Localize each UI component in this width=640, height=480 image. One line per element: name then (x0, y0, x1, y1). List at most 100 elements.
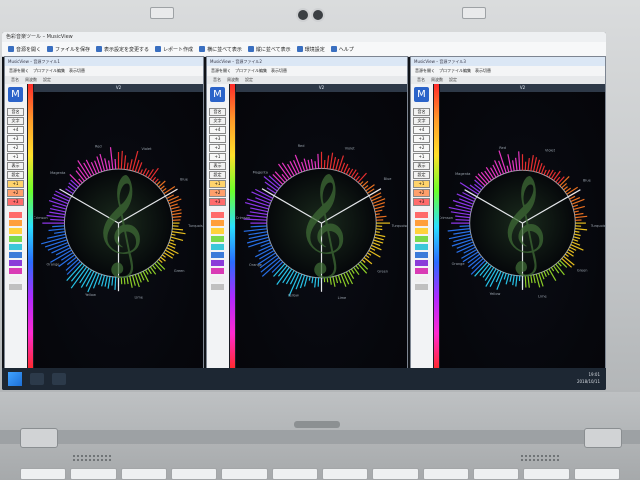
toolbar-item-4[interactable]: 横に並べて表示 (199, 46, 242, 53)
side-button[interactable]: +3 (209, 135, 226, 143)
panel-menu-item[interactable]: 音名 (213, 77, 221, 82)
color-swatch[interactable] (415, 236, 428, 242)
side-button[interactable]: 文字 (413, 117, 430, 125)
color-swatch[interactable] (415, 260, 428, 266)
side-button[interactable]: 音名 (413, 108, 430, 116)
panel-toolbar-item[interactable]: プロファイル編集 (235, 68, 267, 73)
side-button[interactable]: +1 (7, 153, 24, 161)
side-button[interactable]: +2 (209, 144, 226, 152)
toolbar-item-7[interactable]: ヘルプ (330, 46, 354, 53)
toolbar-item-0[interactable]: 音源を開く (8, 46, 41, 53)
color-swatch[interactable] (9, 284, 22, 290)
side-button[interactable]: +4 (7, 126, 24, 134)
panel-toolbar-item[interactable]: 表示切替 (475, 68, 491, 73)
key[interactable] (321, 468, 369, 480)
panel-toolbar-item[interactable]: 表示切替 (69, 68, 85, 73)
taskbar-explorer-icon[interactable] (30, 373, 44, 385)
color-swatch[interactable] (415, 276, 428, 282)
side-button[interactable]: +3 (413, 135, 430, 143)
side-button[interactable]: 表示 (209, 162, 226, 170)
side-button[interactable]: +1 (7, 180, 24, 188)
key[interactable] (422, 468, 469, 480)
side-button[interactable]: +1 (413, 180, 430, 188)
color-swatch[interactable] (415, 212, 428, 218)
panel-menu-item[interactable]: 設定 (43, 77, 51, 82)
panel-menu-item[interactable]: 周波数 (25, 77, 37, 82)
side-button[interactable]: +2 (7, 189, 24, 197)
color-swatch[interactable] (211, 284, 224, 290)
color-swatch[interactable] (211, 244, 224, 250)
key[interactable] (523, 468, 570, 480)
side-button[interactable]: +1 (209, 153, 226, 161)
side-button[interactable]: +2 (413, 144, 430, 152)
color-swatch[interactable] (211, 260, 224, 266)
panel-toolbar-item[interactable]: 音源を開く (211, 68, 231, 73)
color-swatch[interactable] (9, 276, 22, 282)
panel-toolbar-item[interactable]: 表示切替 (271, 68, 287, 73)
key[interactable] (573, 468, 620, 480)
panel-toolbar-item[interactable]: 音源を開く (9, 68, 29, 73)
key[interactable] (221, 468, 268, 480)
color-swatch[interactable] (9, 220, 22, 226)
toolbar-item-3[interactable]: レポート作成 (155, 46, 193, 53)
color-swatch[interactable] (415, 268, 428, 274)
key[interactable] (20, 468, 67, 480)
panel-menu-item[interactable]: 周波数 (431, 77, 443, 82)
toolbar-item-5[interactable]: 縦に並べて表示 (247, 46, 291, 53)
color-swatch[interactable] (211, 212, 224, 218)
panel-toolbar-item[interactable]: 音源を開く (415, 68, 435, 73)
side-button[interactable]: 音名 (7, 108, 24, 116)
color-swatch[interactable] (9, 252, 22, 258)
side-button[interactable]: 設定 (7, 171, 24, 179)
color-swatch[interactable] (211, 252, 224, 258)
panel-menu-item[interactable]: 音名 (11, 77, 19, 82)
side-button[interactable]: +3 (413, 198, 430, 206)
side-button[interactable]: +3 (7, 135, 24, 143)
side-button[interactable]: 音名 (209, 108, 226, 116)
color-swatch[interactable] (9, 244, 22, 250)
key[interactable] (170, 468, 218, 480)
color-swatch[interactable] (211, 220, 224, 226)
panel-toolbar-item[interactable]: プロファイル編集 (33, 68, 65, 73)
key[interactable] (120, 468, 167, 480)
side-button[interactable]: +3 (7, 198, 24, 206)
side-button[interactable]: 設定 (413, 171, 430, 179)
side-button[interactable]: +2 (209, 189, 226, 197)
color-swatch[interactable] (211, 276, 224, 282)
panel-menu-item[interactable]: 設定 (245, 77, 253, 82)
color-swatch[interactable] (9, 268, 22, 274)
color-swatch[interactable] (415, 252, 428, 258)
side-button[interactable]: +4 (209, 126, 226, 134)
color-swatch[interactable] (211, 236, 224, 242)
color-swatch[interactable] (9, 236, 22, 242)
color-swatch[interactable] (415, 284, 428, 290)
panel-menu-item[interactable]: 周波数 (227, 77, 239, 82)
key[interactable] (472, 468, 520, 480)
side-button[interactable]: +1 (209, 180, 226, 188)
color-swatch[interactable] (9, 228, 22, 234)
taskbar-app-icon[interactable] (52, 373, 66, 385)
toolbar-item-2[interactable]: 表示設定を変更する (96, 46, 149, 53)
key[interactable] (70, 468, 117, 480)
toolbar-item-1[interactable]: ファイルを保存 (47, 46, 90, 53)
side-button[interactable]: +1 (413, 153, 430, 161)
color-swatch[interactable] (9, 212, 22, 218)
side-button[interactable]: 文字 (7, 117, 24, 125)
color-swatch[interactable] (415, 244, 428, 250)
start-button[interactable] (8, 372, 22, 386)
color-swatch[interactable] (211, 228, 224, 234)
side-button[interactable]: +4 (413, 126, 430, 134)
side-button[interactable]: +2 (413, 189, 430, 197)
side-button[interactable]: +2 (7, 144, 24, 152)
side-button[interactable]: 設定 (209, 171, 226, 179)
color-swatch[interactable] (415, 220, 428, 226)
color-swatch[interactable] (211, 268, 224, 274)
side-button[interactable]: 文字 (209, 117, 226, 125)
side-button[interactable]: 表示 (413, 162, 430, 170)
toolbar-item-6[interactable]: 環境設定 (296, 46, 325, 53)
color-swatch[interactable] (9, 260, 22, 266)
side-button[interactable]: +3 (209, 198, 226, 206)
panel-toolbar-item[interactable]: プロファイル編集 (439, 68, 471, 73)
side-button[interactable]: 表示 (7, 162, 24, 170)
panel-menu-item[interactable]: 音名 (417, 77, 425, 82)
